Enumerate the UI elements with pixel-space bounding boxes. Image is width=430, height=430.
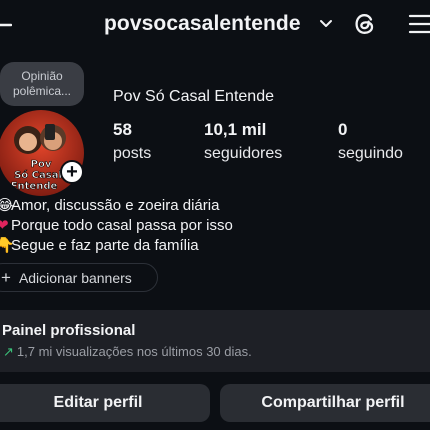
back-arrow-icon[interactable] (0, 14, 12, 36)
posts-label[interactable]: posts (113, 145, 151, 163)
avatar-text-2: Só Casal (14, 169, 62, 181)
add-banners-button[interactable]: + Adicionar banners (0, 263, 158, 292)
pointing-down-emoji-icon: 👇 (0, 237, 15, 254)
profile-username[interactable]: povsocasalentende (104, 12, 301, 36)
avatar-text-1: Pov (31, 159, 52, 170)
bio-line: 👇Segue e faz parte da família (0, 236, 199, 254)
share-profile-button[interactable]: Compartilhar perfil (220, 384, 430, 422)
threads-icon[interactable] (350, 9, 380, 39)
followers-label[interactable]: seguidores (204, 145, 282, 163)
following-label[interactable]: seguindo (338, 145, 403, 163)
note-text-line1: Opinião (21, 69, 63, 83)
professional-dashboard-card[interactable] (0, 310, 430, 372)
share-profile-label: Compartilhar perfil (261, 394, 405, 411)
avatar-text-3: Entende (11, 181, 58, 192)
professional-dashboard-title: Painel profissional (2, 322, 136, 339)
edit-profile-label: Editar perfil (53, 394, 143, 411)
bio-line: 😂Amor, discussão e zoeira diária (0, 196, 219, 214)
laughing-emoji-icon: 😂 (0, 197, 14, 214)
add-banners-label: Adicionar banners (18, 269, 132, 286)
chevron-down-icon[interactable] (318, 17, 334, 31)
add-story-button[interactable]: + (60, 160, 84, 184)
note-text-line2: polêmica... (12, 84, 72, 98)
views-summary: 1,7 mi visualizações nos últimos 30 dias… (16, 344, 252, 359)
following-count[interactable]: 0 (338, 120, 347, 140)
heart-emoji-icon: ❤ (0, 217, 9, 234)
bio-text: Amor, discussão e zoeira diária (11, 197, 220, 214)
plus-icon: + (66, 161, 78, 183)
professional-dashboard-subtitle: ↗ 1,7 mi visualizações nos últimos 30 dia… (3, 344, 252, 360)
posts-count[interactable]: 58 (113, 120, 132, 140)
profile-full-name: Pov Só Casal Entende (113, 88, 274, 105)
edit-profile-button[interactable]: Editar perfil (0, 384, 210, 422)
hamburger-menu-icon[interactable] (408, 12, 430, 36)
plus-icon: + (1, 267, 11, 287)
bio-line: ❤ Porque todo casal passa por isso (0, 216, 233, 234)
bio-text: Porque todo casal passa por isso (11, 217, 233, 234)
note-bubble[interactable]: Opinião polêmica... (0, 62, 84, 106)
trending-up-arrow-icon: ↗ (3, 344, 14, 359)
bio-text: Segue e faz parte da família (11, 237, 199, 254)
followers-count[interactable]: 10,1 mil (204, 120, 266, 140)
